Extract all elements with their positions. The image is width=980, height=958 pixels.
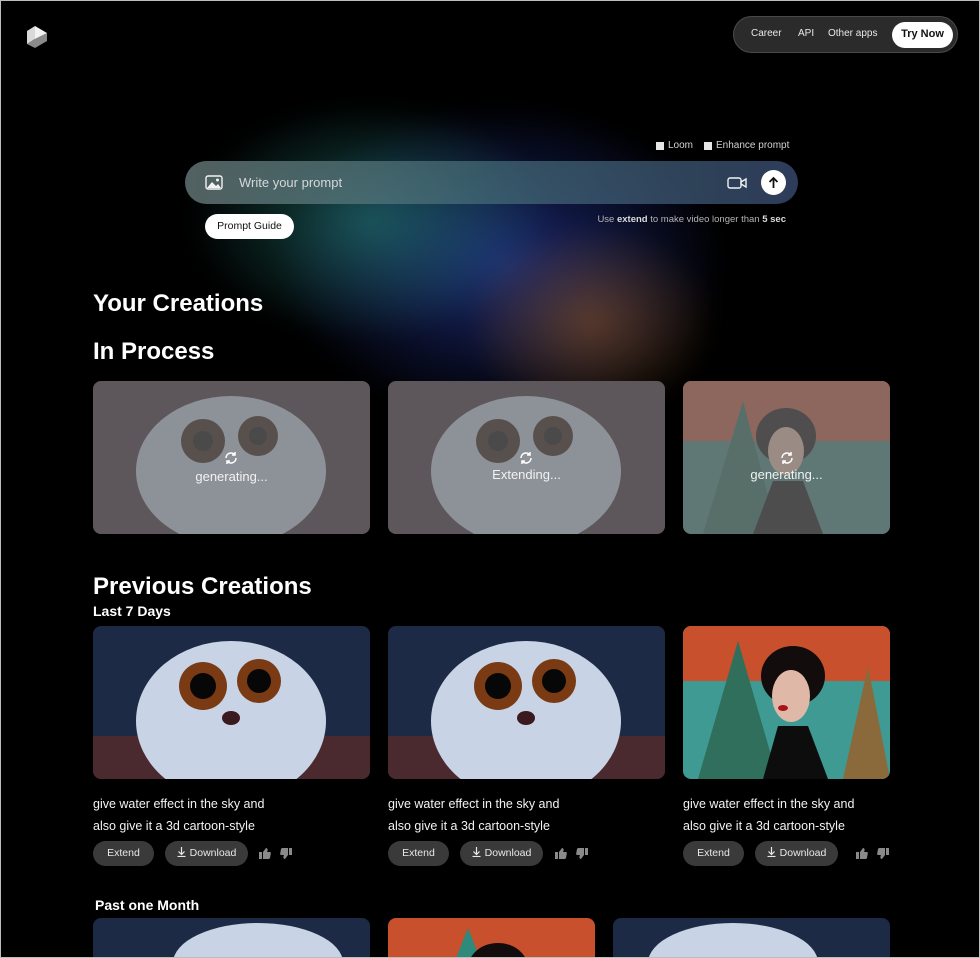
caption-line: give water effect in the sky and	[683, 797, 855, 811]
refresh-icon	[520, 452, 532, 464]
creation-caption: give water effect in the sky and also gi…	[683, 793, 883, 837]
thumbs-up-icon[interactable]	[259, 848, 271, 859]
status-text: generating...	[750, 467, 823, 482]
caption-line: also give it a 3d cartoon-style	[683, 819, 845, 833]
owl-creature-thumbnail	[388, 626, 665, 779]
extend-button[interactable]: Extend	[388, 841, 449, 866]
past-one-month-heading: Past one Month	[95, 897, 200, 913]
woman-portrait-thumbnail	[683, 626, 890, 779]
refresh-icon	[781, 452, 793, 464]
thumbs-down-icon[interactable]	[576, 848, 588, 859]
refresh-icon	[225, 452, 237, 464]
download-button[interactable]: Download	[460, 841, 543, 866]
enhance-prompt-option[interactable]: Enhance prompt	[704, 140, 789, 151]
in-process-heading: In Process	[93, 338, 215, 365]
caption-line: also give it a 3d cartoon-style	[93, 819, 255, 833]
nav-api-link[interactable]: API	[798, 28, 814, 39]
nav-other-apps-link[interactable]: Other apps	[828, 28, 877, 39]
creation-video-card[interactable]	[93, 918, 370, 957]
status-text: generating...	[195, 469, 268, 484]
page: Career API Other apps Try Now Loom Enhan…	[0, 0, 980, 958]
last-7-days-heading: Last 7 Days	[93, 603, 171, 619]
creation-video-card[interactable]	[613, 918, 890, 957]
cube-logo-icon[interactable]	[25, 25, 49, 49]
owl-creature-thumbnail	[613, 918, 890, 957]
creation-caption: give water effect in the sky and also gi…	[388, 793, 588, 837]
nav-career-link[interactable]: Career	[751, 28, 782, 39]
image-icon[interactable]	[205, 175, 223, 190]
woman-portrait-thumbnail	[388, 918, 595, 957]
prompt-input[interactable]: Write your prompt	[239, 175, 342, 190]
creation-video-card[interactable]	[388, 626, 665, 779]
loom-checkbox[interactable]	[656, 141, 664, 150]
hint-middle: to make video longer than	[647, 214, 763, 225]
download-label: Download	[484, 847, 532, 859]
in-process-card[interactable]: Extending...	[388, 381, 665, 534]
owl-creature-thumbnail	[93, 918, 370, 957]
thumbs-up-icon[interactable]	[856, 848, 868, 859]
download-icon	[767, 847, 776, 857]
hint-duration: 5 sec	[762, 214, 786, 225]
download-icon	[177, 847, 186, 857]
your-creations-heading: Your Creations	[93, 290, 264, 317]
download-label: Download	[189, 847, 237, 859]
try-now-button[interactable]: Try Now	[892, 22, 953, 48]
creation-video-card[interactable]	[388, 918, 595, 957]
previous-creations-heading: Previous Creations	[93, 573, 312, 600]
loom-label: Loom	[668, 140, 694, 151]
top-nav: Career API Other apps Try Now	[733, 16, 958, 53]
thumbs-down-icon[interactable]	[877, 848, 889, 859]
in-process-card[interactable]: generating...	[93, 381, 370, 534]
hint-keyword: extend	[616, 214, 648, 225]
creation-caption: give water effect in the sky and also gi…	[93, 793, 293, 837]
thumbs-down-icon[interactable]	[280, 848, 292, 859]
download-icon	[472, 847, 481, 857]
owl-creature-thumbnail	[93, 626, 370, 779]
caption-line: give water effect in the sky and	[93, 797, 265, 811]
loom-option[interactable]: Loom	[656, 140, 693, 151]
creation-video-card[interactable]	[93, 626, 370, 779]
prompt-guide-button[interactable]: Prompt Guide	[205, 214, 294, 239]
download-label: Download	[779, 847, 827, 859]
thumbs-up-icon[interactable]	[555, 848, 567, 859]
extend-button[interactable]: Extend	[683, 841, 744, 866]
in-process-card[interactable]: generating...	[683, 381, 890, 534]
hint-prefix: Use	[597, 214, 617, 225]
caption-line: also give it a 3d cartoon-style	[388, 819, 550, 833]
extend-hint: Use extend to make video longer than 5 s…	[561, 214, 786, 225]
arrow-up-icon	[768, 176, 779, 188]
caption-line: give water effect in the sky and	[388, 797, 560, 811]
enhance-prompt-checkbox[interactable]	[704, 141, 712, 150]
enhance-prompt-label: Enhance prompt	[716, 140, 790, 151]
status-text: Extending...	[492, 467, 561, 482]
prompt-bar: Write your prompt	[185, 161, 798, 204]
video-camera-icon[interactable]	[727, 176, 747, 190]
extend-button[interactable]: Extend	[93, 841, 154, 866]
download-button[interactable]: Download	[755, 841, 838, 866]
download-button[interactable]: Download	[165, 841, 248, 866]
creation-video-card[interactable]	[683, 626, 890, 779]
submit-prompt-button[interactable]	[761, 170, 786, 195]
